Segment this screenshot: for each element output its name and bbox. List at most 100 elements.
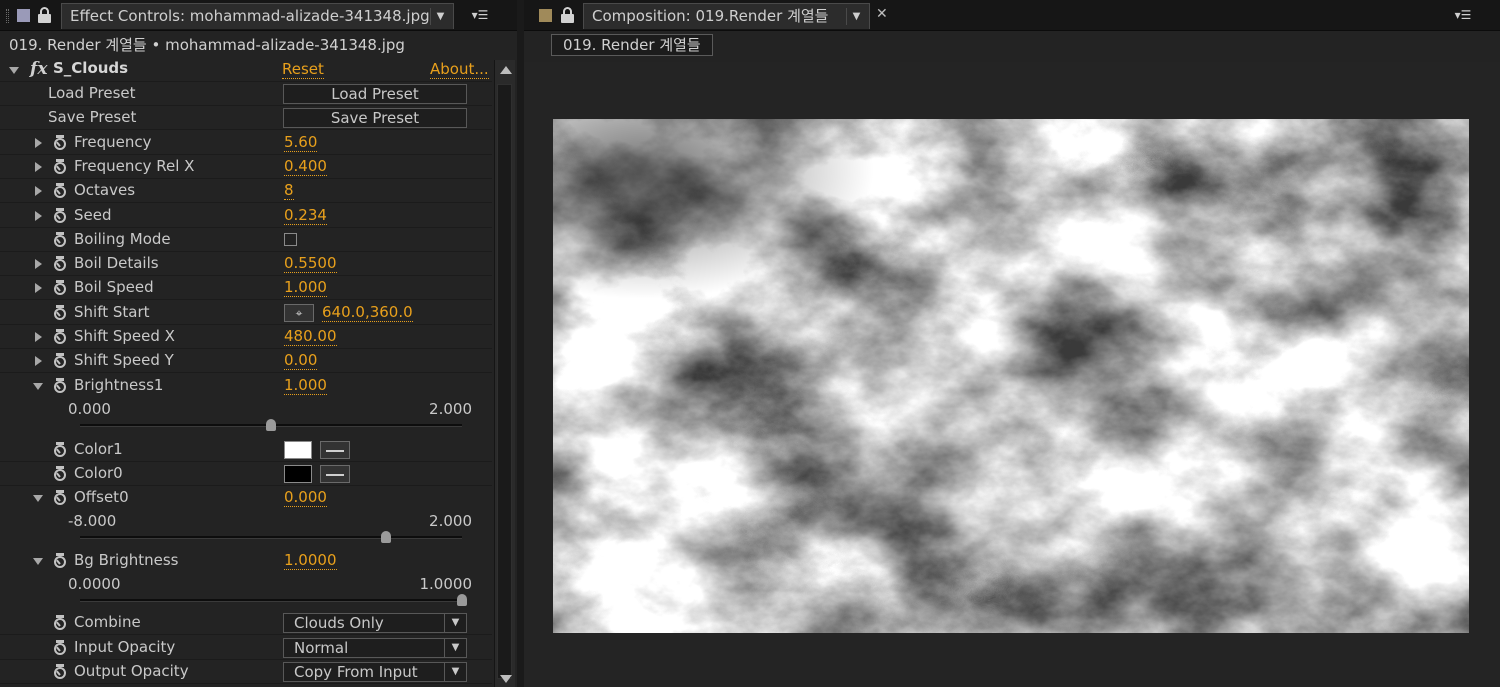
param-row-combine: Combine Clouds Only ▼ (0, 611, 492, 635)
param-value-shift-speed-x[interactable]: 480.00 (284, 327, 337, 346)
param-row-shift-speed-y: Shift Speed Y 0.00 (0, 349, 492, 373)
crosshair-icon[interactable]: ⌖ (284, 304, 314, 322)
param-label: Input Opacity (74, 638, 176, 656)
stopwatch-icon[interactable] (53, 553, 67, 568)
load-preset-button[interactable]: Load Preset (283, 84, 467, 104)
param-value-offset0[interactable]: 0.000 (284, 488, 327, 507)
combine-dropdown[interactable]: Clouds Only ▼ (283, 613, 467, 633)
twirl-triangle-icon[interactable] (33, 558, 43, 565)
panel-menu-icon[interactable]: ▾☰ (1450, 6, 1476, 24)
slider-track[interactable] (80, 419, 462, 431)
scroll-down-icon[interactable] (500, 675, 512, 683)
effect-name: S_Clouds (53, 59, 129, 77)
slider-track[interactable] (80, 531, 462, 543)
eyedropper-icon[interactable] (320, 465, 350, 483)
fx-icon[interactable]: fx (30, 59, 47, 79)
chevron-down-icon[interactable]: ▼ (430, 8, 450, 25)
param-value-boil-details[interactable]: 0.5500 (284, 254, 337, 273)
twirl-triangle-icon[interactable] (33, 495, 43, 502)
twirl-triangle-icon[interactable] (35, 356, 42, 366)
close-icon[interactable]: ✕ (876, 7, 888, 21)
twirl-triangle-icon[interactable] (35, 162, 42, 172)
stopwatch-icon[interactable] (53, 466, 67, 481)
slider-min: 0.0000 (68, 575, 121, 593)
boiling-mode-checkbox[interactable] (284, 233, 297, 246)
stopwatch-icon[interactable] (53, 329, 67, 344)
param-value-brightness1[interactable]: 1.000 (284, 376, 327, 395)
slider-thumb[interactable] (266, 419, 276, 431)
reset-link[interactable]: Reset (282, 60, 324, 79)
stopwatch-icon[interactable] (53, 490, 67, 505)
chevron-down-icon[interactable]: ▼ (846, 8, 866, 25)
param-value-frequency[interactable]: 5.60 (284, 133, 318, 152)
slider-track[interactable] (80, 594, 467, 606)
stopwatch-icon[interactable] (53, 615, 67, 630)
eyedropper-icon[interactable] (320, 441, 350, 459)
scroll-up-icon[interactable] (500, 66, 512, 74)
twirl-triangle-icon[interactable] (35, 211, 42, 221)
param-value-shift-speed-y[interactable]: 0.00 (284, 351, 318, 370)
twirl-triangle-icon[interactable] (35, 138, 42, 148)
param-value-shift-start[interactable]: 640.0,360.0 (322, 303, 413, 322)
save-preset-button[interactable]: Save Preset (283, 108, 467, 128)
scrollbar-thumb[interactable] (497, 84, 512, 679)
stopwatch-icon[interactable] (53, 135, 67, 150)
panel-grip-icon[interactable] (6, 9, 9, 23)
stopwatch-icon[interactable] (53, 280, 67, 295)
composition-canvas[interactable] (553, 119, 1469, 633)
tab-composition[interactable]: Composition: 019.Render 계열들 ▼ (583, 3, 870, 29)
slider-min: -8.000 (68, 512, 117, 530)
slider-thumb[interactable] (457, 594, 467, 606)
chevron-down-icon[interactable]: ▼ (444, 614, 466, 632)
chevron-down-icon[interactable]: ▼ (444, 663, 466, 681)
panel-menu-icon[interactable]: ▾☰ (467, 6, 493, 24)
stopwatch-icon[interactable] (53, 159, 67, 174)
slider-offset0: -8.000 2.000 (0, 512, 492, 550)
stopwatch-icon[interactable] (53, 256, 67, 271)
param-value-bg-brightness[interactable]: 1.0000 (284, 551, 337, 570)
stopwatch-icon[interactable] (53, 442, 67, 457)
twirl-triangle-icon[interactable] (35, 332, 42, 342)
param-row-octaves: Octaves 8 (0, 179, 492, 203)
load-preset-label: Load Preset (48, 84, 136, 102)
param-row-offset0: Offset0 0.000 (0, 486, 492, 510)
tab-effect-controls-title: Effect Controls: mohammad-alizade-341348… (70, 7, 430, 25)
stopwatch-icon[interactable] (53, 378, 67, 393)
stopwatch-icon[interactable] (53, 208, 67, 223)
slider-thumb[interactable] (380, 531, 391, 543)
tab-effect-controls[interactable]: Effect Controls: mohammad-alizade-341348… (61, 3, 454, 29)
output-opacity-dropdown[interactable]: Copy From Input ▼ (283, 662, 467, 682)
effect-header-row[interactable]: fx S_Clouds Reset About... (0, 58, 492, 82)
stopwatch-icon[interactable] (53, 232, 67, 247)
twirl-triangle-icon[interactable] (35, 259, 42, 269)
param-value-boil-speed[interactable]: 1.000 (284, 278, 327, 297)
stopwatch-icon[interactable] (53, 183, 67, 198)
stopwatch-icon[interactable] (53, 353, 67, 368)
color1-swatch[interactable] (284, 441, 312, 459)
param-value-seed[interactable]: 0.234 (284, 206, 327, 225)
stopwatch-icon[interactable] (53, 305, 67, 320)
twirl-triangle-icon[interactable] (35, 186, 42, 196)
composition-viewer[interactable] (524, 62, 1500, 687)
twirl-triangle-icon[interactable] (9, 67, 19, 74)
chevron-down-icon[interactable]: ▼ (444, 639, 466, 657)
about-link[interactable]: About... (430, 60, 489, 79)
input-opacity-dropdown[interactable]: Normal ▼ (283, 638, 467, 658)
composition-name-tab[interactable]: 019. Render 계열들 (551, 34, 713, 56)
clouds-render-image (553, 119, 1469, 633)
param-row-boil-speed: Boil Speed 1.000 (0, 276, 492, 300)
stopwatch-icon[interactable] (53, 664, 67, 679)
param-label: Octaves (74, 181, 136, 199)
twirl-triangle-icon[interactable] (35, 283, 42, 293)
twirl-triangle-icon[interactable] (33, 383, 43, 390)
param-row-boil-details: Boil Details 0.5500 (0, 252, 492, 276)
vertical-scrollbar[interactable] (494, 60, 515, 687)
param-value-frequency-rel-x[interactable]: 0.400 (284, 157, 327, 176)
param-label: Seed (74, 206, 112, 224)
color0-swatch[interactable] (284, 465, 312, 483)
slider-bg-brightness: 0.0000 1.0000 (0, 575, 492, 613)
lock-icon[interactable] (38, 7, 52, 24)
param-value-octaves[interactable]: 8 (284, 181, 294, 200)
stopwatch-icon[interactable] (53, 640, 67, 655)
lock-icon[interactable] (561, 7, 575, 24)
